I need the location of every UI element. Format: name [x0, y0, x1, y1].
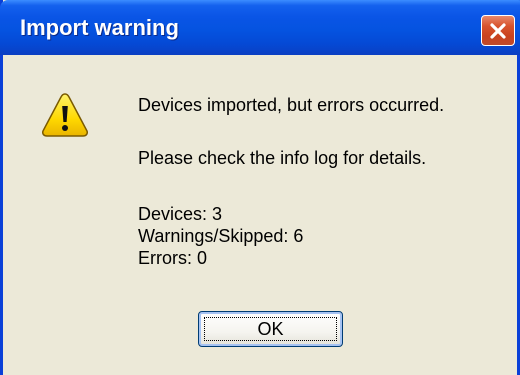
- message-line-1: Devices imported, but errors occurred.: [138, 95, 445, 115]
- dialog-title: Import warning: [20, 15, 179, 40]
- devices-count: Devices: 3: [138, 204, 223, 224]
- errors-count: Errors: 0: [138, 248, 208, 268]
- close-button[interactable]: [481, 15, 515, 46]
- warnings-skipped-count: Warnings/Skipped: 6: [138, 226, 304, 246]
- import-warning-dialog: Import warning Devices imported, but err…: [0, 0, 520, 375]
- title-bar[interactable]: Import warning: [0, 0, 520, 55]
- close-icon: [490, 22, 506, 39]
- warning-icon: [42, 93, 88, 137]
- ok-button-label: OK: [257, 318, 284, 339]
- ok-button[interactable]: OK: [198, 311, 343, 347]
- message-line-2: Please check the info log for details.: [138, 148, 427, 168]
